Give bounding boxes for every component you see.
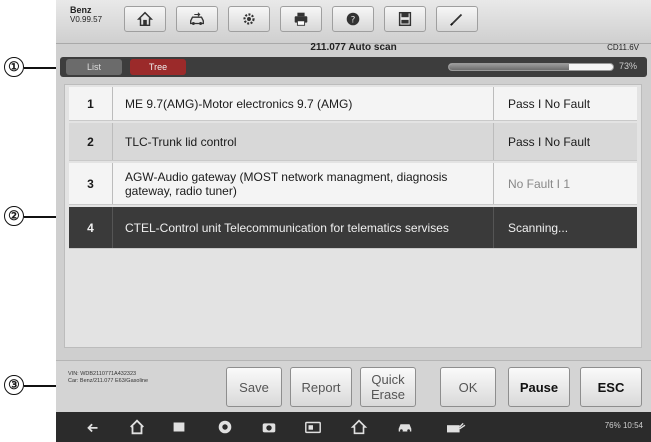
help-button[interactable]: ? xyxy=(332,6,374,32)
row-number: 2 xyxy=(69,123,113,160)
tab-tree[interactable]: Tree xyxy=(130,59,186,75)
pause-button[interactable]: Pause xyxy=(508,367,570,407)
home-icon xyxy=(136,11,154,27)
callout-line-3 xyxy=(24,385,58,387)
scan-status: Pass I No Fault xyxy=(493,87,637,120)
home-button[interactable] xyxy=(124,6,166,32)
tab-list[interactable]: List xyxy=(66,59,122,75)
brand-name: Benz xyxy=(70,5,92,15)
chrome-icon[interactable] xyxy=(216,418,234,436)
settings-icon xyxy=(243,13,255,25)
quick-erase-button[interactable]: Quick Erase xyxy=(360,367,416,407)
android-nav-bar: 76% 10:54 xyxy=(56,412,651,442)
ok-button[interactable]: OK xyxy=(440,367,496,407)
report-button[interactable]: Report xyxy=(290,367,352,407)
table-row[interactable]: 3 AGW-Audio gateway (MOST network managm… xyxy=(69,163,637,205)
system-name: ME 9.7(AMG)-Motor electronics 9.7 (AMG) xyxy=(125,96,353,111)
vehicle-vin: VIN: WDB2110771A432323 xyxy=(68,371,137,377)
table-row[interactable]: 1 ME 9.7(AMG)-Motor electronics 9.7 (AMG… xyxy=(69,87,637,121)
callout-line-1 xyxy=(24,67,60,69)
page-title: 211.077 Auto scan xyxy=(310,42,397,53)
screen-record-icon[interactable] xyxy=(304,418,322,436)
autel-home-icon[interactable] xyxy=(350,418,368,436)
row-number: 4 xyxy=(69,207,113,248)
print-button[interactable] xyxy=(280,6,322,32)
svg-text:?: ? xyxy=(351,16,356,26)
esc-button[interactable]: ESC xyxy=(580,367,642,407)
table-row[interactable]: 2 TLC-Trunk lid control Pass I No Fault xyxy=(69,123,637,161)
row-number: 1 xyxy=(69,87,113,120)
settings-button[interactable] xyxy=(228,6,270,32)
tablet-screen: Benz V0.99.57 ? 211.077 Auto scan CD11.6… xyxy=(56,0,651,442)
vehicle-menu-icon[interactable] xyxy=(396,418,414,436)
back-icon[interactable] xyxy=(84,418,102,436)
vehicle-info: VIN: WDB2110771A432323 Car: Benz/211.077… xyxy=(68,371,148,385)
title-row: 211.077 Auto scan CD11.6V xyxy=(56,42,651,58)
scan-status: No Fault I 1 xyxy=(493,163,637,204)
save-button[interactable]: Save xyxy=(226,367,282,407)
callout-line-2 xyxy=(24,216,58,218)
battery-voltage: CD11.6V xyxy=(607,43,639,52)
callout-1: ① xyxy=(4,57,24,77)
system-name: AGW-Audio gateway (MOST network managmen… xyxy=(125,169,448,198)
camera-icon[interactable] xyxy=(260,418,278,436)
vehicle-description: Car: Benz/211.077 E63/Gasoline xyxy=(68,378,149,384)
scan-progress-fill xyxy=(449,64,569,70)
home-nav-icon[interactable] xyxy=(128,418,146,436)
function-bar: VIN: WDB2110771A432323 Car: Benz/211.077… xyxy=(56,360,651,412)
brand-info: Benz V0.99.57 xyxy=(70,5,103,25)
software-version: V0.99.57 xyxy=(70,15,103,24)
system-name: TLC-Trunk lid control xyxy=(125,134,237,149)
save-icon xyxy=(398,11,412,27)
scan-status: Pass I No Fault xyxy=(493,123,637,160)
scan-progress-label: 73% xyxy=(618,61,637,71)
system-status: 76% 10:54 xyxy=(604,421,643,430)
system-name: CTEL-Control unit Telecommunication for … xyxy=(125,220,449,235)
print-icon xyxy=(294,12,308,26)
scan-results-list: 1 ME 9.7(AMG)-Motor electronics 9.7 (AMG… xyxy=(64,84,642,348)
vehicle-swap-icon xyxy=(190,12,204,25)
tab-bar: List Tree 73% xyxy=(60,57,647,77)
table-row[interactable]: 4 CTEL-Control unit Telecommunication fo… xyxy=(69,207,637,249)
recent-apps-icon[interactable] xyxy=(170,418,188,436)
pen-icon xyxy=(450,13,463,26)
scan-progress-bar xyxy=(448,63,614,71)
vci-connection-icon[interactable] xyxy=(444,418,468,436)
scan-status: Scanning... xyxy=(493,207,637,248)
top-toolbar: Benz V0.99.57 ? xyxy=(56,0,651,44)
edit-button[interactable] xyxy=(436,6,478,32)
vehicle-swap-button[interactable] xyxy=(176,6,218,32)
callout-3: ③ xyxy=(4,375,24,395)
save-data-button[interactable] xyxy=(384,6,426,32)
row-number: 3 xyxy=(69,163,113,204)
help-icon: ? xyxy=(346,12,360,26)
callout-2: ② xyxy=(4,206,24,226)
